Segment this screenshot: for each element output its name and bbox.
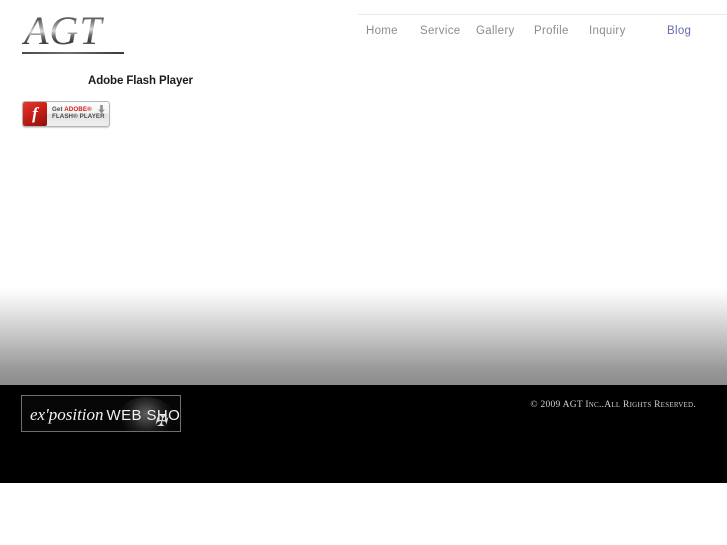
download-arrow-icon xyxy=(98,105,105,114)
nav-item-gallery[interactable]: Gallery xyxy=(476,24,515,39)
banner-exposition-label: ex'position xyxy=(30,405,104,424)
copyright-text: © 2009 AGT Inc..All Rights Reserved. xyxy=(530,400,696,410)
main-content: Adobe Flash Player f Get ADOBE® FLASH® P… xyxy=(0,62,727,287)
site-footer: ex'positionWEB SHOP ✠ © 2009 AGT Inc..Al… xyxy=(0,385,727,483)
primary-navigation: Home Service Gallery Profile Inquiry Blo… xyxy=(358,14,727,42)
get-adobe-flash-player-button[interactable]: f Get ADOBE® FLASH® PLAYER xyxy=(22,101,110,127)
nav-item-service[interactable]: Service xyxy=(420,24,460,39)
flash-badge-line-2: FLASH® PLAYER xyxy=(52,113,105,120)
site-logo-text: AGT xyxy=(22,11,127,51)
nav-divider xyxy=(358,14,727,15)
site-header: AGT Home Service Gallery Profile Inquiry… xyxy=(0,0,727,62)
nav-item-profile[interactable]: Profile xyxy=(534,24,569,39)
banner-star-icon: ✠ xyxy=(154,414,167,430)
gradient-divider xyxy=(0,287,727,385)
banner-webshop-label: WEB SHOP xyxy=(106,407,181,424)
nav-item-home[interactable]: Home xyxy=(366,24,398,39)
nav-item-blog[interactable]: Blog xyxy=(667,24,691,39)
nav-item-inquiry[interactable]: Inquiry xyxy=(589,24,626,39)
flash-badge-adobe-label: ADOBE® xyxy=(64,106,92,114)
site-logo[interactable]: AGT xyxy=(22,11,127,54)
flash-logo-glyph: f xyxy=(32,104,38,123)
nav-items: Home Service Gallery Profile Inquiry Blo… xyxy=(358,24,727,42)
flash-logo-icon: f xyxy=(23,102,47,126)
page-root: AGT Home Service Gallery Profile Inquiry… xyxy=(0,0,727,545)
flash-player-heading: Adobe Flash Player xyxy=(88,75,193,87)
exposition-web-shop-banner[interactable]: ex'positionWEB SHOP ✠ xyxy=(21,395,181,432)
flash-badge-get-label: Get xyxy=(52,106,65,114)
